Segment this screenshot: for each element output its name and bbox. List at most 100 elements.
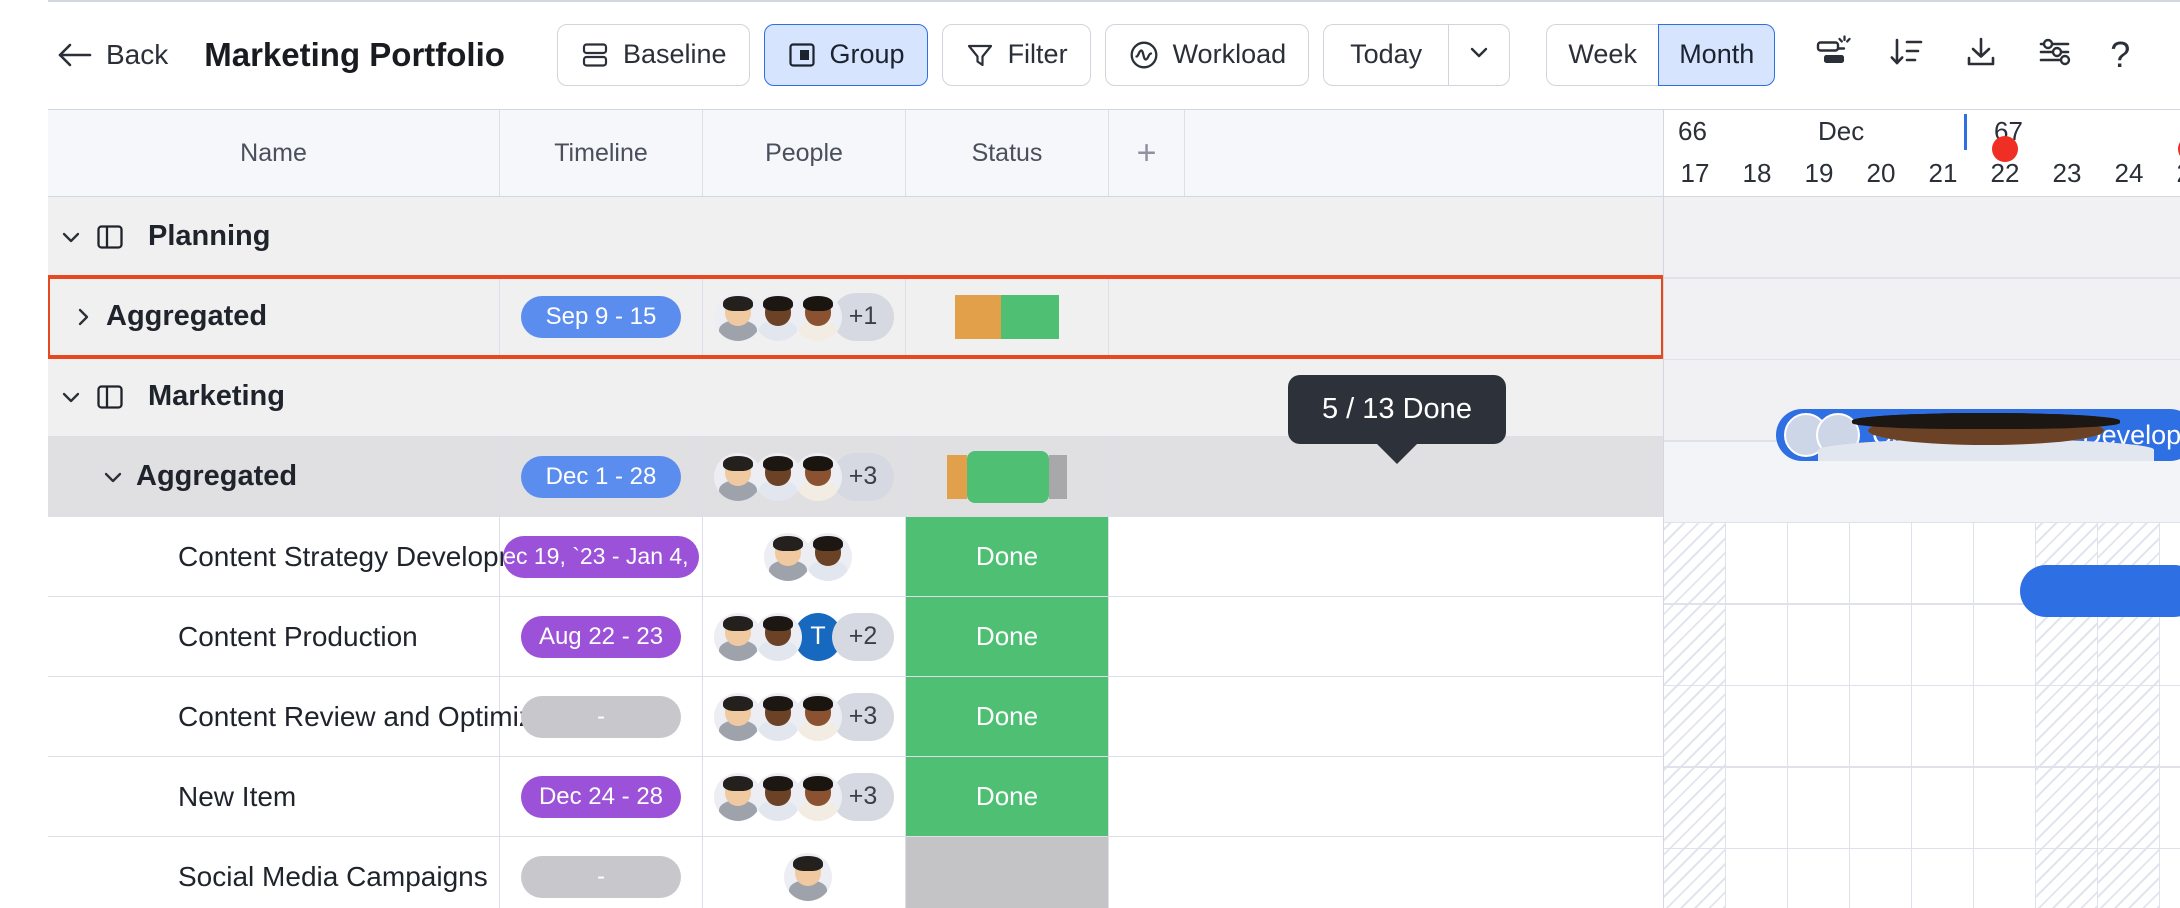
gantt-bar-avatar[interactable] xyxy=(1816,413,1860,457)
milestone-dot-icon[interactable] xyxy=(1992,136,2018,162)
group-button[interactable]: Group xyxy=(764,24,928,86)
chevron-toggle-icon[interactable] xyxy=(48,384,94,410)
back-button[interactable]: Back xyxy=(52,33,174,77)
timeline-pill[interactable]: Dec 19, `23 - Jan 4, `2 xyxy=(503,536,699,578)
column-header-status[interactable]: Status xyxy=(906,110,1109,196)
chevron-toggle-icon[interactable] xyxy=(90,464,136,490)
status-segment xyxy=(955,295,1001,339)
status-cell[interactable]: Done xyxy=(906,677,1109,756)
table-row[interactable]: Content Review and Optimization-+3Done xyxy=(48,677,1663,757)
plus-icon: + xyxy=(1137,136,1157,170)
timeline-cell[interactable]: Dec 19, `23 - Jan 4, `2 xyxy=(500,517,703,596)
aggregated-row[interactable]: AggregatedDec 1 - 28+3 xyxy=(48,437,1663,517)
auto-schedule-button[interactable] xyxy=(1801,26,1865,84)
avatar[interactable] xyxy=(754,613,802,661)
aggregated-row[interactable]: AggregatedSep 9 - 15+1 xyxy=(48,277,1663,357)
add-column-button[interactable]: + xyxy=(1109,110,1185,196)
chevron-toggle-icon[interactable] xyxy=(60,304,106,330)
table-row[interactable]: Content ProductionAug 22 - 23T+2Done xyxy=(48,597,1663,677)
status-cell[interactable] xyxy=(906,437,1109,516)
gantt-row-divider xyxy=(1664,685,2180,687)
avatar-group xyxy=(784,853,824,901)
timeline-cell[interactable]: Aug 22 - 23 xyxy=(500,597,703,676)
people-cell[interactable]: +3 xyxy=(703,677,906,756)
avatar[interactable] xyxy=(794,693,842,741)
help-button[interactable]: ? xyxy=(2097,26,2143,84)
timeline-cell[interactable]: - xyxy=(500,677,703,756)
name-cell: Content Review and Optimization xyxy=(48,677,500,756)
week-button[interactable]: Week xyxy=(1546,24,1658,86)
timeline-pill[interactable]: Dec 24 - 28 xyxy=(521,776,681,818)
timeline-pill[interactable]: - xyxy=(521,696,681,738)
empty-cell xyxy=(1109,197,1185,276)
status-badge[interactable] xyxy=(906,837,1108,908)
month-button[interactable]: Month xyxy=(1658,24,1775,86)
filter-label: Filter xyxy=(1008,39,1068,70)
empty-cell xyxy=(906,197,1109,276)
settings-button[interactable] xyxy=(2023,26,2087,84)
avatar-group: +3 xyxy=(714,453,894,501)
status-cell[interactable]: Done xyxy=(906,757,1109,836)
chevron-toggle-icon[interactable] xyxy=(48,224,94,250)
timeline-pill[interactable]: Dec 1 - 28 xyxy=(521,456,681,498)
avatar[interactable] xyxy=(784,853,832,901)
status-badge[interactable]: Done xyxy=(906,517,1108,596)
table-row[interactable]: New ItemDec 24 - 28+3Done xyxy=(48,757,1663,837)
status-cell[interactable] xyxy=(906,837,1109,908)
status-cell[interactable]: Done xyxy=(906,597,1109,676)
table-row[interactable]: Social Media Campaigns- xyxy=(48,837,1663,908)
status-badge[interactable]: Done xyxy=(906,757,1108,836)
board-icon xyxy=(94,381,136,413)
column-header-name[interactable]: Name xyxy=(48,110,500,196)
row-extra-cell xyxy=(1109,837,1185,908)
timeline-cell[interactable]: - xyxy=(500,837,703,908)
group-row[interactable]: Planning xyxy=(48,197,1663,277)
people-cell[interactable]: +3 xyxy=(703,757,906,836)
download-button[interactable] xyxy=(1949,26,2013,84)
baseline-button[interactable]: Baseline xyxy=(557,24,750,86)
gantt-day-label: 17 xyxy=(1664,158,1726,189)
avatar-group: +3 xyxy=(714,693,894,741)
people-cell[interactable] xyxy=(703,517,906,596)
gantt-bar[interactable]: Content Strategy Development xyxy=(1776,409,2180,461)
gantt-bar[interactable] xyxy=(2020,565,2180,617)
timeline-pill[interactable]: Sep 9 - 15 xyxy=(521,296,681,338)
avatar[interactable] xyxy=(794,293,842,341)
timeline-cell[interactable]: Sep 9 - 15 xyxy=(500,277,703,356)
people-cell[interactable]: T+2 xyxy=(703,597,906,676)
workload-button[interactable]: Workload xyxy=(1105,24,1310,86)
status-badge[interactable]: Done xyxy=(906,677,1108,756)
workload-icon xyxy=(1128,39,1160,71)
avatar[interactable] xyxy=(804,533,852,581)
avatar-overflow-count[interactable]: +2 xyxy=(832,613,894,661)
people-cell[interactable]: +3 xyxy=(703,437,906,516)
avatar-group: T+2 xyxy=(714,613,894,661)
today-button[interactable]: Today xyxy=(1323,24,1448,86)
today-dropdown-button[interactable] xyxy=(1448,24,1510,86)
status-cell[interactable] xyxy=(906,277,1109,356)
status-segment xyxy=(947,455,967,499)
timeline-pill[interactable]: Aug 22 - 23 xyxy=(521,616,681,658)
people-cell[interactable] xyxy=(703,837,906,908)
filter-button[interactable]: Filter xyxy=(942,24,1091,86)
timeline-cell[interactable]: Dec 24 - 28 xyxy=(500,757,703,836)
timeline-cell[interactable]: Dec 1 - 28 xyxy=(500,437,703,516)
people-cell[interactable]: +1 xyxy=(703,277,906,356)
table-row[interactable]: Content Strategy DevelopmentDec 19, `23 … xyxy=(48,517,1663,597)
timeline-pill[interactable]: - xyxy=(521,856,681,898)
row-extra-cell xyxy=(1109,677,1185,756)
status-cell[interactable]: Done xyxy=(906,517,1109,596)
avatar[interactable] xyxy=(794,453,842,501)
column-header-timeline[interactable]: Timeline xyxy=(500,110,703,196)
avatar[interactable] xyxy=(794,773,842,821)
gantt-day-label: 22 xyxy=(1974,158,2036,189)
tooltip-text: 5 / 13 Done xyxy=(1322,393,1472,425)
sort-button[interactable] xyxy=(1875,26,1939,84)
avatar-group: +3 xyxy=(714,773,894,821)
status-distribution-bar[interactable] xyxy=(955,295,1059,339)
toolbar: Back Marketing Portfolio Baseline Group xyxy=(0,0,2180,110)
status-badge[interactable]: Done xyxy=(906,597,1108,676)
column-header-people[interactable]: People xyxy=(703,110,906,196)
filter-icon xyxy=(965,40,995,70)
status-distribution-bar[interactable] xyxy=(947,455,1067,499)
